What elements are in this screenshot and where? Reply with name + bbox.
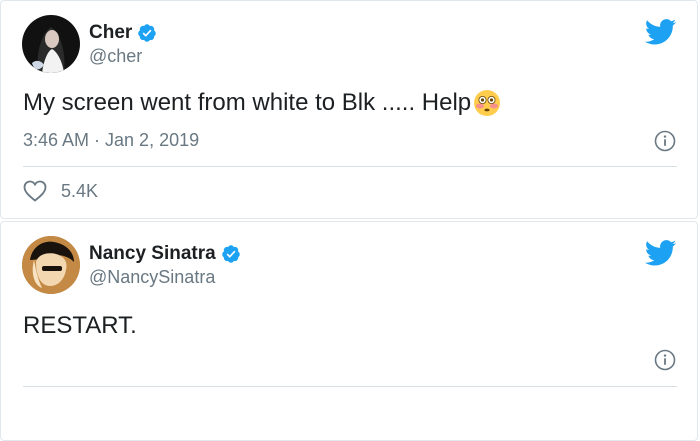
divider <box>23 166 677 167</box>
tweet-text: My screen went from white to Blk ..... H… <box>23 89 501 117</box>
heart-icon[interactable] <box>23 180 47 202</box>
flushed-face-emoji-icon <box>474 90 501 116</box>
avatar[interactable] <box>22 15 80 73</box>
info-icon[interactable] <box>654 349 676 371</box>
author-name-row[interactable]: Cher <box>89 22 157 44</box>
tweet-text: RESTART. <box>23 312 137 340</box>
divider <box>23 386 677 387</box>
tweet-timestamp[interactable]: 3:46 AM · Jan 2, 2019 <box>23 130 199 151</box>
tweet-card: Cher @cher My screen went from white to … <box>0 0 698 219</box>
author-handle[interactable]: @cher <box>89 46 142 67</box>
like-action[interactable]: 5.4K <box>23 180 98 202</box>
avatar[interactable] <box>22 236 80 294</box>
like-count: 5.4K <box>61 180 99 201</box>
twitter-bird-icon[interactable] <box>645 240 677 266</box>
verified-badge-icon <box>138 24 157 42</box>
twitter-bird-icon[interactable] <box>645 19 677 45</box>
author-handle[interactable]: @NancySinatra <box>89 267 215 288</box>
verified-badge-icon <box>221 245 240 263</box>
tweet-card: Nancy Sinatra @NancySinatra RESTART. <box>0 221 698 441</box>
author-name[interactable]: Cher <box>89 22 132 44</box>
author-name[interactable]: Nancy Sinatra <box>89 243 216 265</box>
tweet-text-content: RESTART. <box>23 312 137 339</box>
tweet-text-content: My screen went from white to Blk ..... H… <box>23 89 472 116</box>
author-name-row[interactable]: Nancy Sinatra <box>89 243 241 265</box>
info-icon[interactable] <box>654 130 676 152</box>
